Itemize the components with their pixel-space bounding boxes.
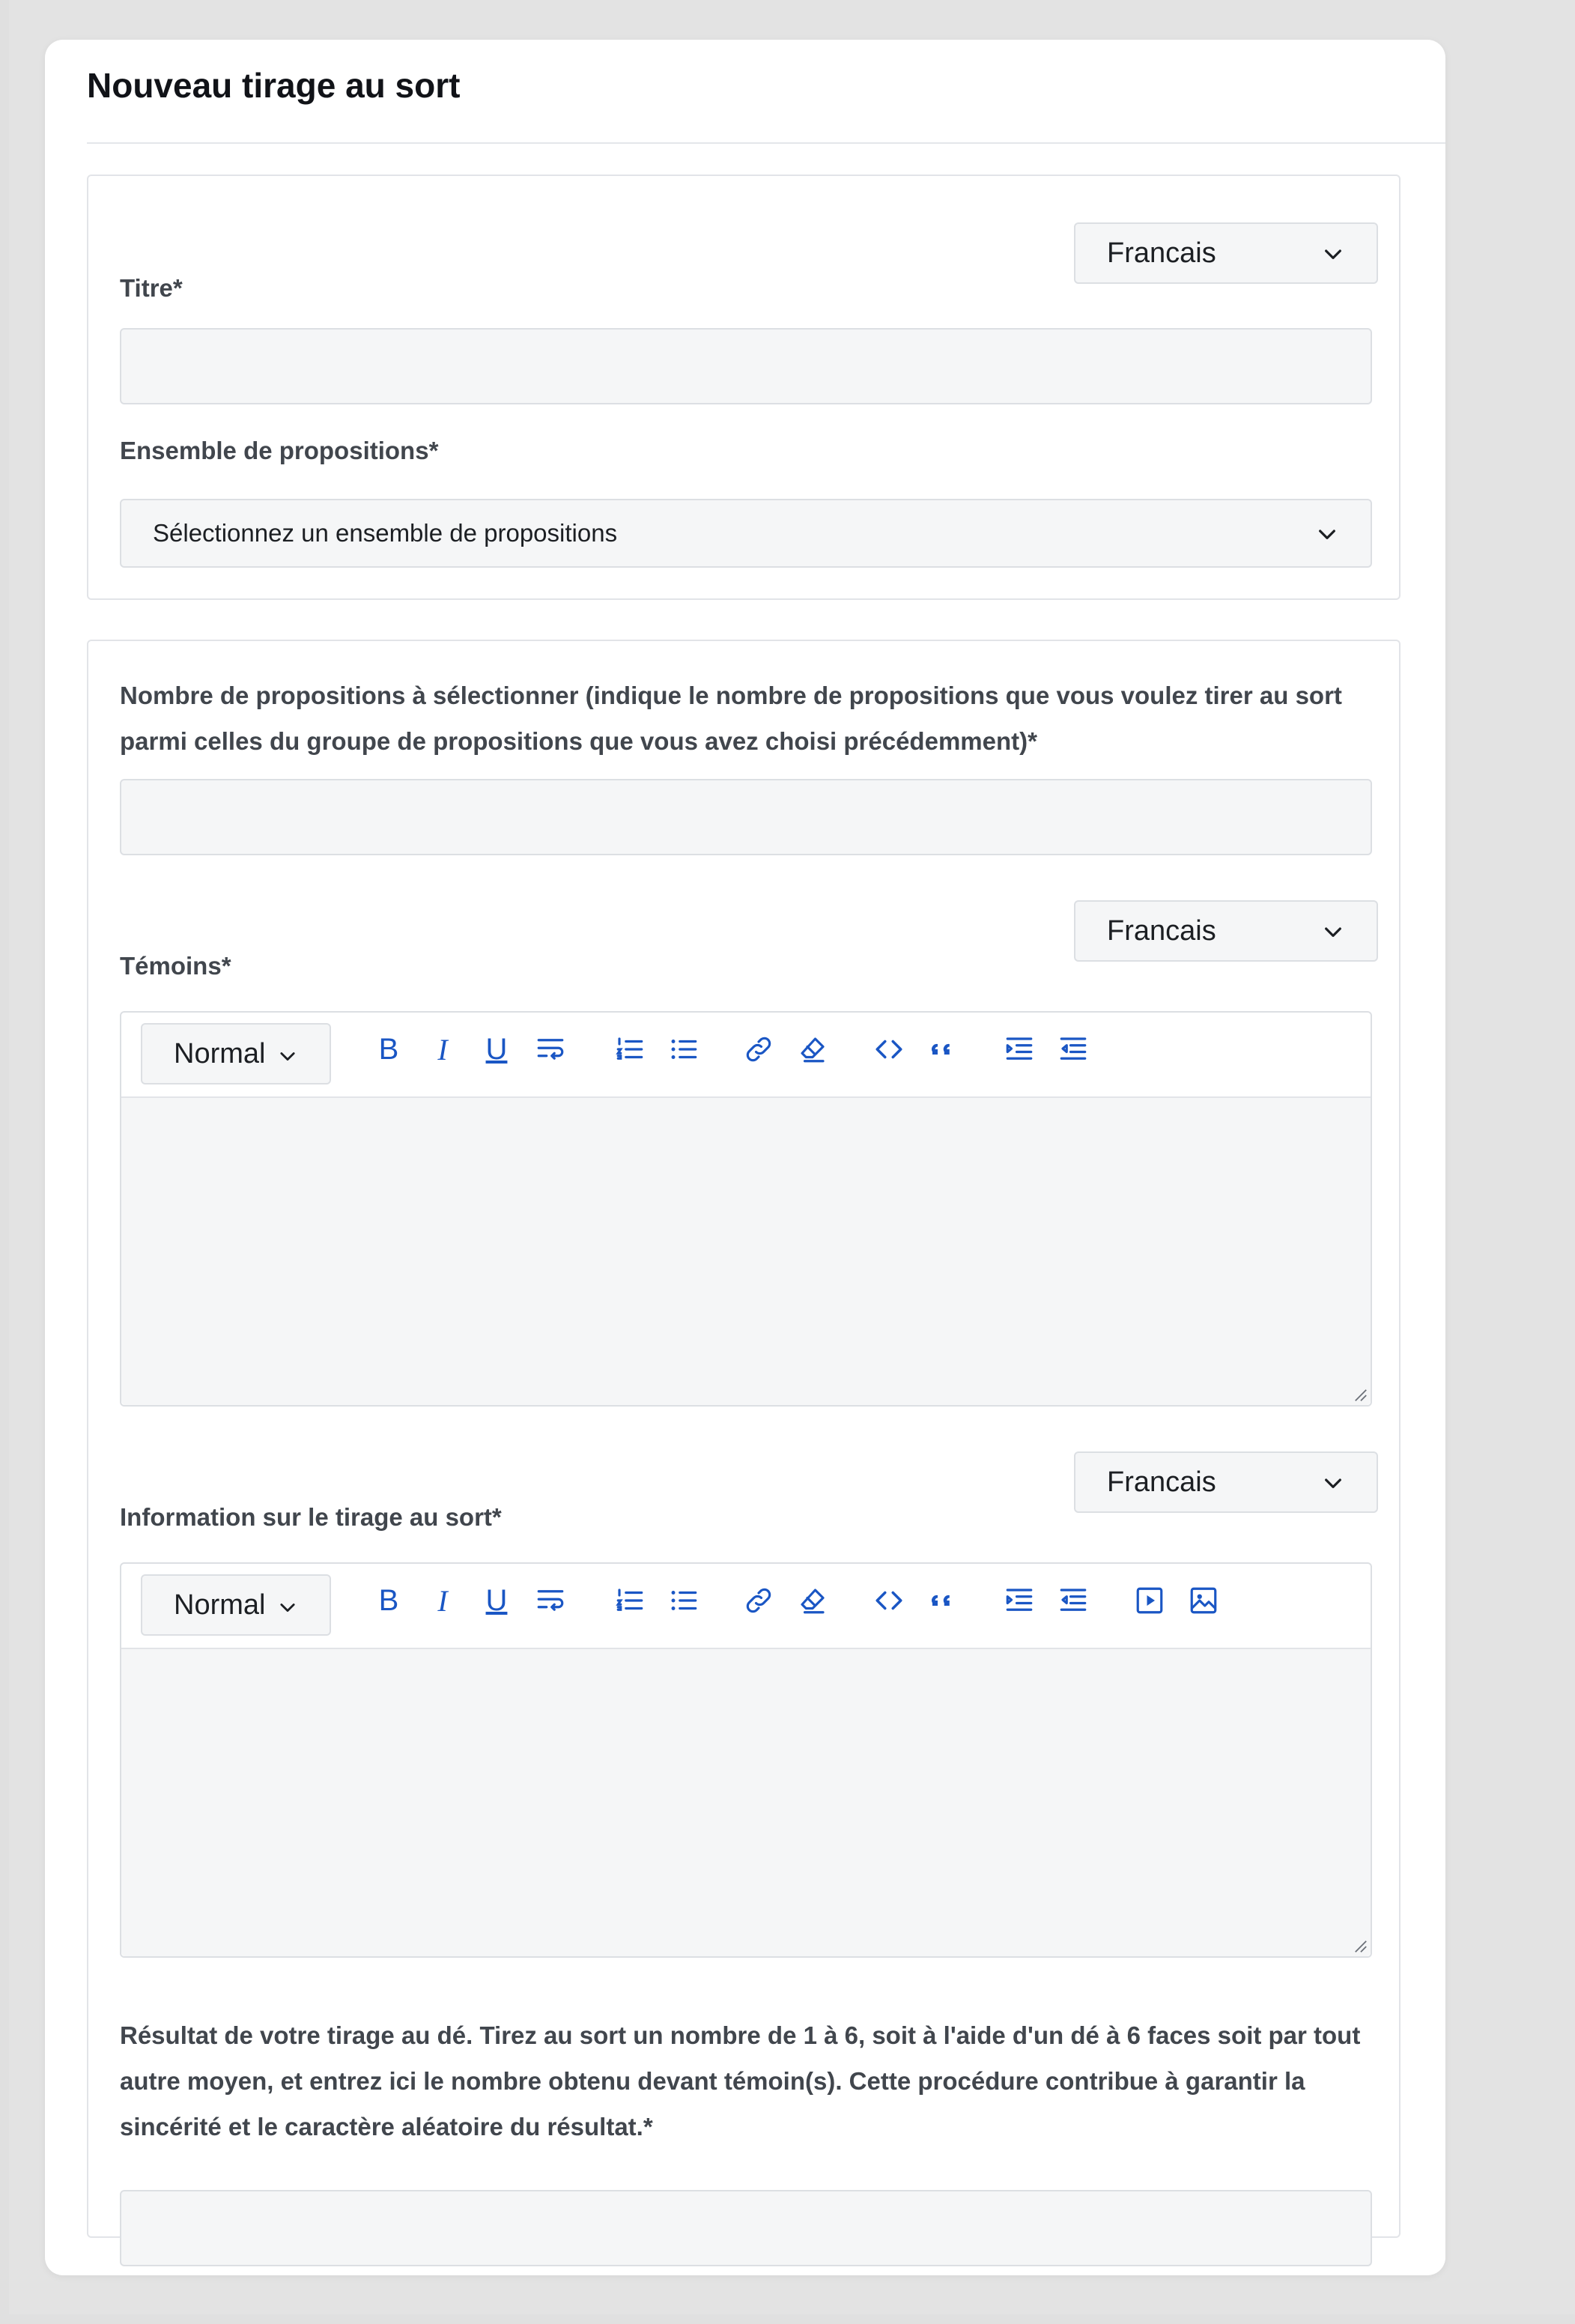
chevron-down-icon: [1325, 249, 1341, 259]
chevron-down-icon: [280, 1052, 295, 1061]
proposal-count-input[interactable]: [120, 779, 1372, 855]
wrap-text-button[interactable]: [529, 1579, 572, 1622]
resize-handle-icon[interactable]: [1354, 1940, 1368, 1953]
resize-handle-icon[interactable]: [1354, 1389, 1368, 1402]
title-label: Titre*: [120, 274, 183, 302]
bullet-list-button[interactable]: [662, 1028, 705, 1071]
editor-toolbar: Normal B I U: [121, 1564, 1371, 1649]
proposal-set-label: Ensemble de propositions*: [120, 437, 439, 464]
title-divider: [87, 142, 1445, 144]
paragraph-format-select[interactable]: Normal: [141, 1574, 331, 1636]
dice-label-line-3: sincérité et le caractère aléatoire du r…: [120, 2113, 653, 2141]
bullet-list-icon: [671, 1040, 697, 1059]
code-icon: [875, 1040, 902, 1059]
indent-button[interactable]: [998, 1579, 1041, 1622]
page-title: Nouveau tirage au sort: [87, 66, 461, 105]
dice-label-line-1: Résultat de votre tirage au dé. Tirez au…: [120, 2021, 1361, 2049]
clear-format-button[interactable]: [791, 1028, 834, 1071]
count-label-line-2: parmi celles du groupe de propositions q…: [120, 727, 1037, 755]
witnesses-editor-body[interactable]: [121, 1098, 1371, 1405]
clear-format-icon: [801, 1037, 825, 1063]
link-icon: [746, 1037, 771, 1062]
draw-info-label: Information sur le tirage au sort*: [120, 1503, 502, 1531]
wrap-text-icon: [537, 1039, 564, 1060]
count-label-line-1: Nombre de propositions à sélectionner (i…: [120, 682, 1342, 709]
witnesses-label: Témoins*: [120, 952, 231, 980]
blockquote-icon: [932, 1043, 950, 1055]
italic-button[interactable]: I: [421, 1579, 464, 1622]
italic-icon: I: [437, 1032, 448, 1067]
outdent-button[interactable]: [1051, 1579, 1095, 1622]
format-value: Normal: [174, 1589, 266, 1621]
wrap-text-icon: [537, 1590, 564, 1611]
image-icon: [1190, 1587, 1217, 1614]
code-button[interactable]: [867, 1028, 911, 1071]
language-select-value: Francais: [1107, 914, 1216, 947]
bold-button[interactable]: B: [367, 1579, 410, 1622]
language-select-value: Francais: [1107, 237, 1216, 269]
language-select-value: Francais: [1107, 1466, 1216, 1498]
outdent-icon: [1060, 1589, 1087, 1611]
chevron-down-icon: [1325, 1478, 1341, 1488]
italic-icon: I: [437, 1583, 448, 1618]
paragraph-format-select[interactable]: Normal: [141, 1023, 331, 1084]
video-button[interactable]: [1128, 1579, 1171, 1622]
clear-format-icon: [801, 1589, 825, 1614]
draw-info-editor: Normal B I U: [120, 1562, 1372, 1958]
bold-icon: B: [378, 1583, 399, 1617]
draw-settings-panel: Nombre de propositions à sélectionner (i…: [87, 640, 1400, 2266]
underline-icon: U: [485, 1032, 508, 1066]
clear-format-button[interactable]: [791, 1579, 834, 1622]
proposal-set-value: Sélectionnez un ensemble de propositions: [153, 519, 618, 547]
chevron-down-icon: [1319, 530, 1335, 539]
dice-result-input[interactable]: [120, 2190, 1372, 2266]
bullet-list-button[interactable]: [662, 1579, 705, 1622]
new-draw-card: Nouveau tirage au sort Francais Titre* E…: [45, 40, 1445, 2275]
chevron-down-icon: [280, 1604, 295, 1612]
proposal-set-select[interactable]: Sélectionnez un ensemble de propositions: [120, 499, 1372, 568]
link-icon: [746, 1588, 771, 1613]
editor-toolbar: Normal B I U: [121, 1013, 1371, 1098]
blockquote-button[interactable]: [921, 1579, 965, 1622]
wrap-text-button[interactable]: [529, 1028, 572, 1071]
draw-info-editor-body[interactable]: [121, 1649, 1371, 1956]
ordered-list-button[interactable]: [608, 1579, 652, 1622]
title-language-select[interactable]: Francais: [1074, 222, 1378, 284]
indent-icon: [1006, 1589, 1033, 1611]
bold-button[interactable]: B: [367, 1028, 410, 1071]
indent-icon: [1006, 1037, 1033, 1060]
code-button[interactable]: [867, 1579, 911, 1622]
outdent-icon: [1060, 1037, 1087, 1060]
italic-button[interactable]: I: [421, 1028, 464, 1071]
format-value: Normal: [174, 1037, 266, 1070]
link-button[interactable]: [737, 1028, 780, 1071]
ordered-list-icon: [616, 1589, 643, 1611]
ordered-list-button[interactable]: [608, 1028, 652, 1071]
outdent-button[interactable]: [1051, 1028, 1095, 1071]
blockquote-icon: [932, 1595, 950, 1606]
code-icon: [875, 1591, 902, 1610]
chevron-down-icon: [1325, 927, 1341, 937]
underline-icon: U: [485, 1583, 508, 1617]
bullet-list-icon: [671, 1591, 697, 1610]
witnesses-language-select[interactable]: Francais: [1074, 900, 1378, 962]
underline-button[interactable]: U: [475, 1028, 518, 1071]
image-button[interactable]: [1182, 1579, 1225, 1622]
blockquote-button[interactable]: [921, 1028, 965, 1071]
underline-button[interactable]: U: [475, 1579, 518, 1622]
video-icon: [1136, 1587, 1163, 1614]
link-button[interactable]: [737, 1579, 780, 1622]
ordered-list-icon: [616, 1037, 643, 1060]
draw-info-language-select[interactable]: Francais: [1074, 1451, 1378, 1513]
general-info-panel: Francais Titre* Ensemble de propositions…: [87, 175, 1400, 600]
dice-label-line-2: autre moyen, et entrez ici le nombre obt…: [120, 2067, 1305, 2095]
bold-icon: B: [378, 1032, 399, 1066]
witnesses-editor: Normal B I U: [120, 1011, 1372, 1407]
indent-button[interactable]: [998, 1028, 1041, 1071]
title-input[interactable]: [120, 328, 1372, 404]
